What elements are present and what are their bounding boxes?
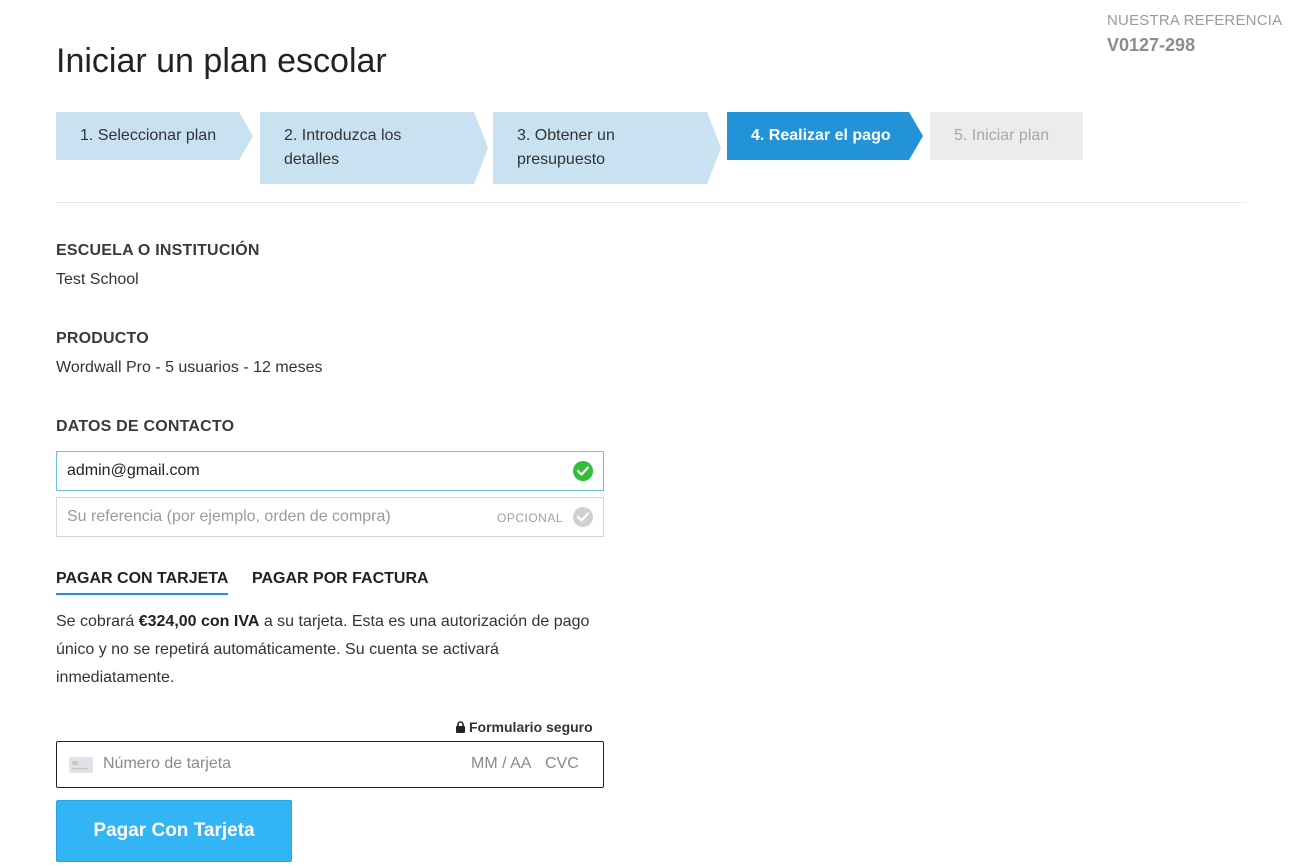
payment-description: Se cobrará €324,00 con IVA a su tarjeta.…	[56, 608, 616, 692]
product-value: Wordwall Pro - 5 usuarios - 12 meses	[56, 359, 323, 376]
secure-form-note: Formulario seguro	[455, 719, 593, 735]
school-value: Test School	[56, 271, 139, 288]
credit-card-icon	[69, 757, 93, 778]
reference-field[interactable]: Su referencia (por ejemplo, orden de com…	[56, 497, 604, 537]
email-value: admin@gmail.com	[67, 462, 200, 479]
pay-with-card-button[interactable]: Pagar Con Tarjeta	[56, 800, 292, 862]
step-arrow	[909, 112, 923, 160]
step-label: 5. Iniciar plan	[954, 127, 1050, 144]
school-label: ESCUELA O INSTITUCIÓN	[56, 242, 260, 259]
step-label: 3. Obtener un presupuesto	[517, 127, 615, 168]
step-enter-details[interactable]: 2. Introduzca los detalles	[260, 112, 488, 184]
email-field[interactable]: admin@gmail.com	[56, 451, 604, 491]
charge-amount: €324,00 con IVA	[138, 613, 260, 630]
step-arrow	[239, 112, 253, 160]
reference-label: NUESTRA REFERENCIA	[1107, 12, 1283, 29]
check-icon	[573, 461, 593, 481]
step-start-plan: 5. Iniciar plan	[930, 112, 1083, 160]
tab-pay-by-invoice[interactable]: PAGAR POR FACTURA	[252, 570, 429, 593]
step-label: 1. Seleccionar plan	[80, 127, 217, 144]
lock-icon	[456, 721, 465, 733]
reference-block: NUESTRA REFERENCIA V0127-298	[1107, 12, 1282, 56]
card-expiry-placeholder[interactable]: MM / AA	[471, 755, 531, 773]
step-label: 4. Realizar el pago	[751, 127, 891, 144]
card-input[interactable]: Número de tarjeta MM / AA CVC	[56, 741, 604, 788]
step-label: 2. Introduzca los detalles	[284, 127, 402, 168]
optional-label: OPCIONAL	[496, 511, 563, 525]
card-number-placeholder[interactable]: Número de tarjeta	[103, 755, 231, 773]
page: NUESTRA REFERENCIA V0127-298 Iniciar un …	[0, 0, 1303, 865]
step-make-payment: 4. Realizar el pago	[727, 112, 923, 160]
secure-form-label: Formulario seguro	[469, 719, 593, 735]
reference-placeholder: Su referencia (por ejemplo, orden de com…	[67, 508, 391, 525]
card-cvc-placeholder[interactable]: CVC	[545, 755, 579, 773]
step-get-quote[interactable]: 3. Obtener un presupuesto	[493, 112, 721, 184]
step-arrow	[474, 112, 488, 184]
product-label: PRODUCTO	[56, 330, 149, 347]
step-arrow	[707, 112, 721, 184]
check-icon	[573, 507, 593, 527]
reference-value: V0127-298	[1107, 35, 1196, 55]
tab-pay-by-card[interactable]: PAGAR CON TARJETA	[56, 570, 229, 595]
page-title: Iniciar un plan escolar	[56, 42, 387, 80]
step-select-plan[interactable]: 1. Seleccionar plan	[56, 112, 253, 160]
contact-label: DATOS DE CONTACTO	[56, 418, 235, 435]
divider	[56, 202, 1246, 203]
description-prefix: Se cobrará	[56, 613, 139, 630]
